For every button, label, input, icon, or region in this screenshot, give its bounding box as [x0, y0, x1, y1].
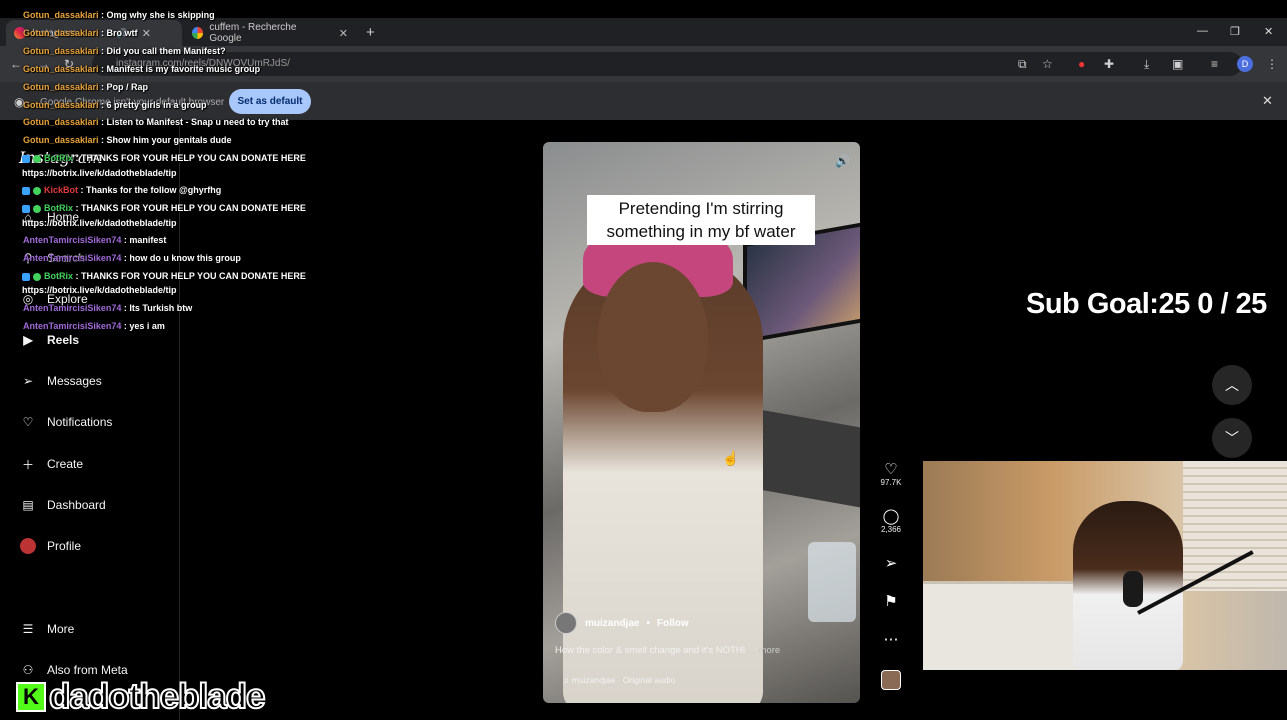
volume-icon[interactable]: 🔊 — [835, 154, 850, 168]
chat-message: https://botrix.live/k/dadotheblade/tip — [22, 168, 177, 178]
media-icon[interactable]: ▣ — [1172, 57, 1183, 71]
chat-message: AntenTamircisiSiken74 : manifest — [23, 235, 167, 245]
chevron-down-icon: ﹀ — [1225, 430, 1239, 446]
follow-button[interactable]: Follow — [657, 618, 689, 629]
separator: • — [646, 617, 650, 629]
new-tab-button[interactable]: + — [366, 24, 375, 41]
chat-message: AntenTamircisiSiken74 : Its Turkish btw — [23, 303, 193, 313]
chat-message: https://botrix.live/k/dadotheblade/tip — [22, 285, 177, 295]
ellipsis-icon: ⋯ — [883, 631, 899, 648]
plus-icon: ＋ — [21, 457, 34, 472]
sidebar-item-create[interactable]: ＋ Create — [17, 454, 83, 474]
chat-message: BotRix : THANKS FOR YOUR HELP YOU CAN DO… — [22, 203, 306, 213]
more-link[interactable]: ... more — [748, 645, 780, 656]
avatar-icon — [17, 536, 39, 556]
chat-message: Gotun_dassaklari : Listen to Manifest - … — [23, 117, 289, 127]
chat-message: Gotun_dassaklari : 6 pretty girls in a g… — [23, 100, 207, 110]
chevron-up-icon: ︿ — [1225, 377, 1239, 393]
sidebar-item-messages[interactable]: ➢ Messages — [17, 371, 102, 391]
meta-icon: ⚇ — [22, 663, 34, 677]
kick-logo-icon: K — [16, 682, 46, 712]
minimize-button[interactable]: — — [1197, 25, 1208, 37]
send-icon: ➢ — [884, 555, 898, 572]
reels-icon: ▶ — [23, 333, 33, 347]
browser-tab-bar: Instagram 🔊 ✕ cuffem - Recherche Google … — [0, 18, 1287, 46]
audio-thumbnail[interactable] — [881, 670, 901, 690]
chat-message: Gotun_dassaklari : Manifest is my favori… — [23, 64, 261, 74]
music-icon: ♫ — [563, 675, 572, 685]
sidebar-item-profile[interactable]: Profile — [17, 536, 81, 556]
channel-brand: K dadotheblade — [16, 677, 267, 716]
sidebar-item-more[interactable]: ☰ More — [17, 619, 75, 639]
sidebar-item-notifications[interactable]: ♡ Notifications — [17, 412, 113, 432]
kebab-menu-icon[interactable]: ⋮ — [1266, 57, 1278, 71]
sidebar-item-reels[interactable]: ▶ Reels — [17, 330, 79, 350]
extensions-puzzle-icon[interactable]: ✚ — [1104, 57, 1114, 71]
video-head — [598, 262, 708, 412]
reel-author: muizandjae • Follow — [555, 612, 689, 634]
chat-message: Gotun_dassaklari : Show him your genital… — [23, 135, 232, 145]
dashboard-icon: ▤ — [22, 498, 34, 512]
author-avatar[interactable] — [555, 612, 577, 634]
chat-message: Gotun_dassaklari : Did you call them Man… — [23, 46, 226, 56]
reel-description: How the color & smell change and it's NO… — [555, 645, 781, 656]
chat-message: https://botrix.live/k/dadotheblade/tip — [22, 218, 177, 228]
video-glass — [808, 542, 856, 622]
chat-message: BotRix : THANKS FOR YOUR HELP YOU CAN DO… — [22, 271, 306, 281]
screen: Instagram 🔊 ✕ cuffem - Recherche Google … — [0, 0, 1287, 720]
previous-reel-button[interactable]: ︿ — [1212, 365, 1252, 405]
channel-name: dadotheblade — [48, 677, 267, 716]
heart-icon: ♡ — [884, 461, 898, 478]
webcam-microphone — [1123, 571, 1143, 607]
chat-message: AntenTamircisiSiken74 : yes i am — [23, 321, 165, 331]
close-window-button[interactable]: ✕ — [1264, 25, 1273, 38]
sub-goal-overlay: Sub Goal:25 0 / 25 — [1026, 288, 1267, 320]
comment-button[interactable]: ◯ 2,366 — [878, 507, 904, 534]
restore-button[interactable]: ❐ — [1230, 25, 1240, 38]
sidebar-item-dashboard[interactable]: ▤ Dashboard — [17, 495, 105, 515]
hand-cursor-icon: ☝ — [722, 450, 740, 466]
like-count: 97.7K — [880, 478, 902, 487]
heart-icon: ♡ — [22, 415, 34, 429]
extension-red-icon[interactable]: ● — [1078, 57, 1085, 71]
author-name[interactable]: muizandjae — [585, 618, 639, 629]
more-options-button[interactable]: ⋯ — [878, 630, 904, 648]
reading-list-icon[interactable]: ≡ — [1211, 57, 1218, 71]
chat-message: Gotun_dassaklari : Pop / Rap — [23, 82, 149, 92]
page-scrollbar[interactable] — [1276, 122, 1286, 702]
share-button[interactable]: ➢ — [878, 554, 904, 572]
chat-message: BotRix : THANKS FOR YOUR HELP YOU CAN DO… — [22, 153, 306, 163]
chat-message: Gotun_dassaklari : Bro wtf — [23, 28, 138, 38]
bookmark-icon: ⚑ — [884, 593, 898, 610]
tab-google[interactable]: cuffem - Recherche Google ✕ — [184, 20, 356, 46]
bookmark-star-icon[interactable]: ☆ — [1042, 57, 1053, 71]
streamer-webcam — [923, 461, 1287, 670]
reel-caption: Pretending I'm stirring something in my … — [587, 195, 815, 245]
download-icon[interactable]: ⤓ — [1144, 57, 1149, 72]
chat-message: AntenTamircisiSiken74 : how do u know th… — [23, 253, 241, 263]
set-default-button[interactable]: Set as default — [229, 89, 311, 114]
back-arrow-icon[interactable]: ← — [10, 57, 22, 71]
infobar-close-icon[interactable]: ✕ — [1262, 93, 1273, 109]
tab-label: cuffem - Recherche Google — [209, 22, 297, 44]
close-icon[interactable]: ✕ — [339, 27, 348, 40]
chat-message: KickBot : Thanks for the follow @ghyrfhg — [22, 185, 221, 195]
like-button[interactable]: ♡ 97.7K — [878, 460, 904, 487]
webcam-blind — [1183, 461, 1287, 591]
google-icon — [192, 27, 204, 39]
comment-count: 2,366 — [880, 525, 902, 534]
save-button[interactable]: ⚑ — [878, 592, 904, 610]
reel-audio[interactable]: ♫ muizandjae · Original audio — [563, 675, 675, 685]
close-icon[interactable]: ✕ — [142, 27, 151, 40]
next-reel-button[interactable]: ﹀ — [1212, 418, 1252, 458]
install-icon[interactable]: ⧉ — [1018, 57, 1027, 72]
messages-icon: ➢ — [22, 374, 34, 388]
chat-message: Gotun_dassaklari : Omg why she is skippi… — [23, 10, 215, 20]
menu-icon: ☰ — [22, 622, 34, 636]
profile-avatar[interactable]: D — [1237, 56, 1253, 72]
reel-video[interactable]: Pretending I'm stirring something in my … — [543, 142, 860, 703]
comment-icon: ◯ — [882, 508, 900, 525]
